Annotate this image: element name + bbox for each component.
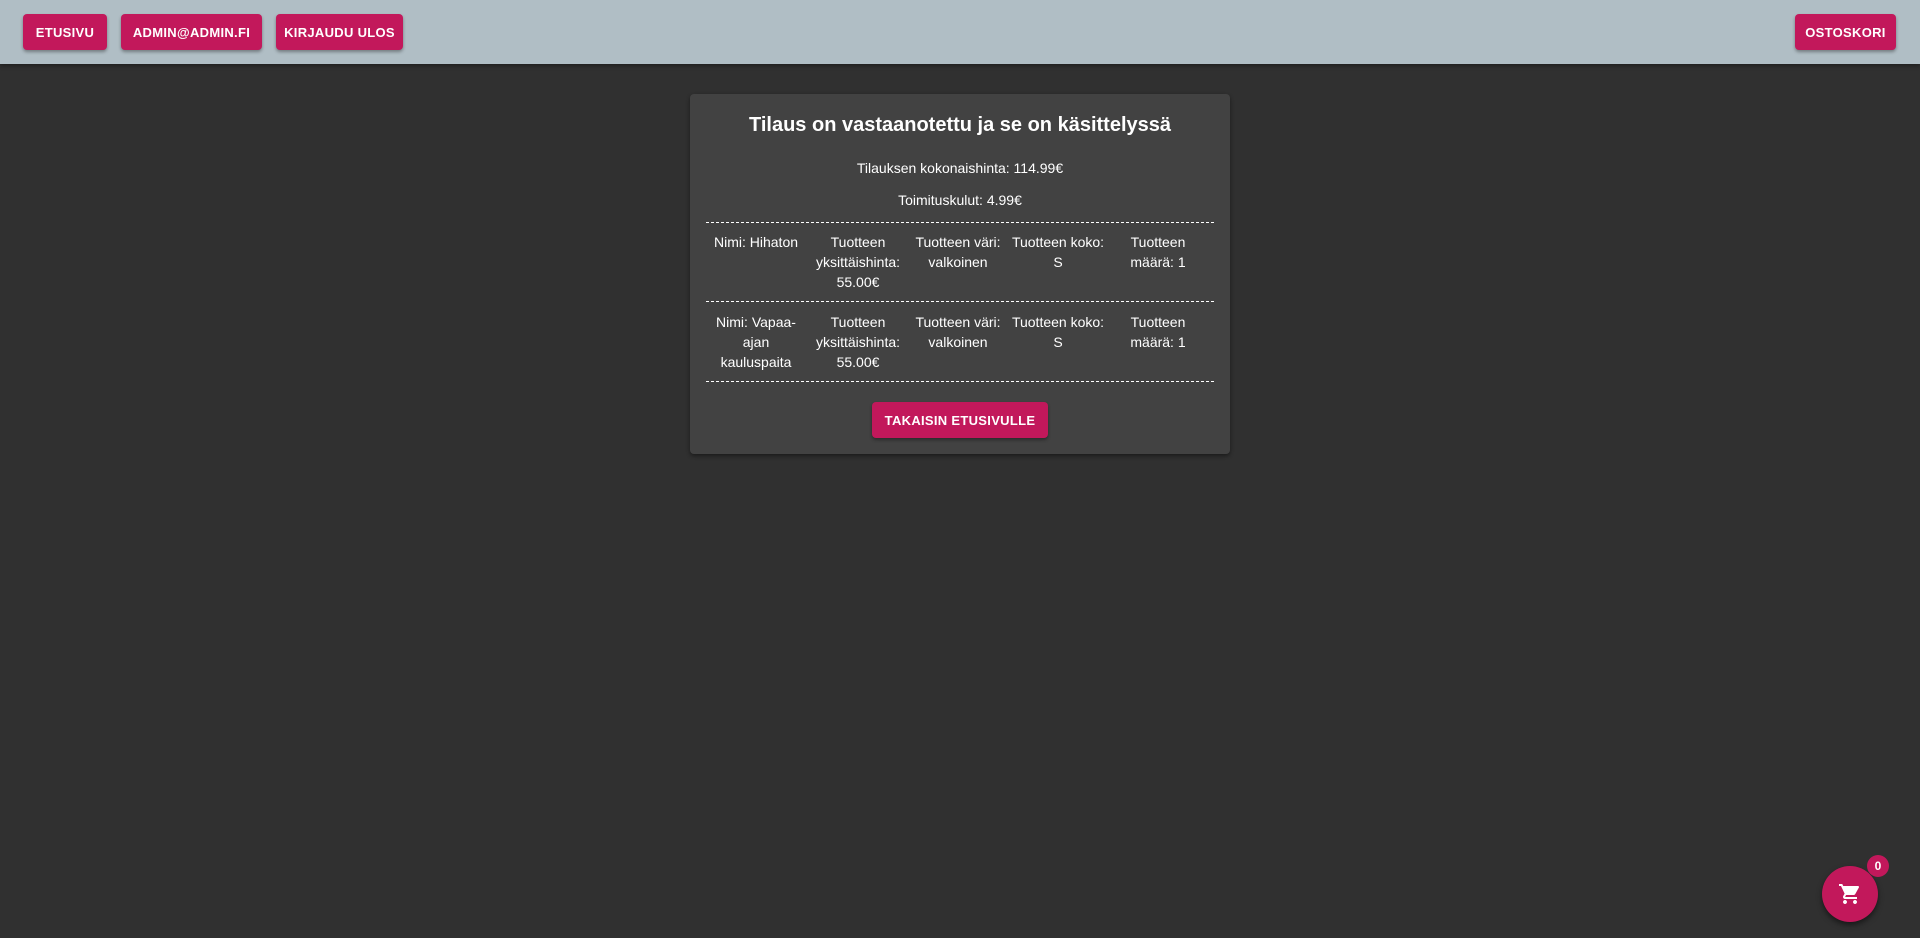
item-name: Nimi: Hihaton <box>713 234 799 250</box>
user-account-button[interactable]: ADMIN@ADMIN.FI <box>121 14 262 50</box>
item-quantity: Tuotteen määrä: 1 <box>1130 314 1186 350</box>
shopping-cart-icon <box>1838 882 1862 906</box>
cart-count-badge: 0 <box>1867 855 1889 877</box>
item-name: Nimi: Vapaa-ajan kauluspaita <box>716 314 796 370</box>
top-app-bar: ETUSIVU ADMIN@ADMIN.FI KIRJAUDU ULOS OST… <box>0 0 1920 64</box>
back-to-home-button[interactable]: TAKAISIN ETUSIVULLE <box>872 402 1048 438</box>
floating-cart-button[interactable] <box>1822 866 1878 922</box>
logout-button[interactable]: KIRJAUDU ULOS <box>276 14 403 50</box>
shipping-cost-text: Toimituskulut: 4.99€ <box>898 192 1022 208</box>
order-item-row: Nimi: Hihaton Tuotteen yksittäishinta: 5… <box>706 232 1214 296</box>
item-color: Tuotteen väri: valkoinen <box>915 234 1001 270</box>
item-color: Tuotteen väri: valkoinen <box>915 314 1001 350</box>
order-item-row: Nimi: Vapaa-ajan kauluspaita Tuotteen yk… <box>706 312 1214 376</box>
item-quantity: Tuotteen määrä: 1 <box>1130 234 1186 270</box>
order-confirmation-title: Tilaus on vastaanotettu ja se on käsitte… <box>748 114 1171 136</box>
home-button[interactable]: ETUSIVU <box>23 14 107 50</box>
divider <box>706 381 1214 382</box>
divider <box>706 301 1214 302</box>
divider <box>706 222 1214 223</box>
item-size: Tuotteen koko: S <box>1011 314 1105 350</box>
item-unit-price: Tuotteen yksittäishinta: 55.00€ <box>815 314 901 370</box>
item-unit-price: Tuotteen yksittäishinta: 55.00€ <box>815 234 901 290</box>
order-confirmation-card: Tilaus on vastaanotettu ja se on käsitte… <box>690 94 1230 454</box>
order-total-text: Tilauksen kokonaishinta: 114.99€ <box>856 160 1064 176</box>
cart-button[interactable]: OSTOSKORI <box>1795 14 1896 50</box>
item-size: Tuotteen koko: S <box>1011 234 1105 270</box>
